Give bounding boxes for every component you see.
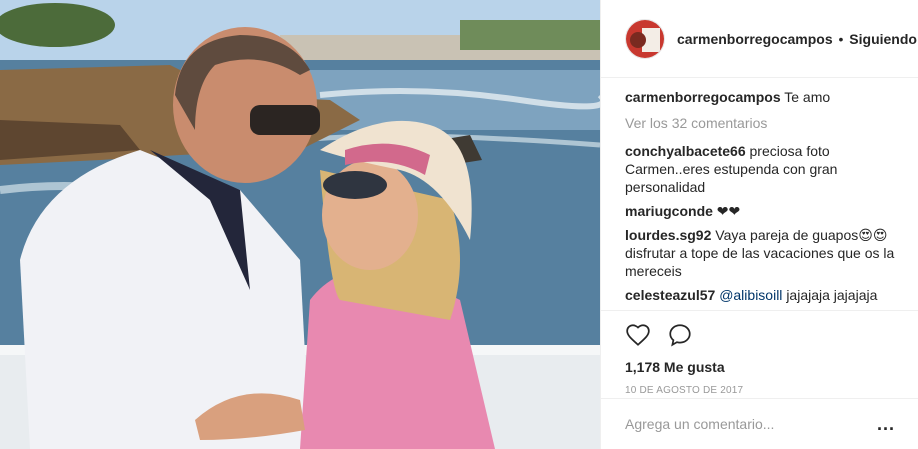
heart-icon[interactable] [625, 322, 651, 348]
comment-mention-link[interactable]: @alibisoill [719, 287, 782, 303]
comment-input[interactable] [625, 416, 877, 432]
header-separator: • [838, 30, 844, 47]
post-photo[interactable] [0, 0, 600, 449]
more-options-button[interactable]: ... [877, 414, 895, 435]
caption-text: Te amo [784, 89, 831, 105]
view-all-comments-link[interactable]: Ver los 32 comentarios [625, 114, 915, 132]
header-username[interactable]: carmenborregocampos [677, 31, 833, 47]
caption-username[interactable]: carmenborregocampos [625, 89, 781, 105]
avatar-image-icon [626, 19, 664, 58]
action-icons [625, 319, 895, 351]
photo-couple-seaside [0, 0, 600, 449]
comment-text: ❤❤ [716, 203, 741, 219]
post-actions: 1,178 Me gusta 10 de agosto de 2017 [601, 310, 918, 396]
post-date: 10 de agosto de 2017 [625, 385, 744, 396]
follow-button[interactable]: Siguiendo [849, 31, 917, 47]
comment-username[interactable]: celesteazul57 [625, 287, 715, 303]
avatar[interactable] [625, 18, 665, 59]
post-header: carmenborregocampos • Siguiendo [601, 0, 918, 78]
likes-count[interactable]: 1,178 Me gusta [625, 359, 895, 375]
comment-username[interactable]: lourdes.sg92 [625, 227, 711, 243]
comment-text: jajajaja jajajaja [786, 287, 878, 303]
comment-item: celesteazul57 @alibisoill jajajaja jajaj… [625, 286, 915, 304]
comment-username[interactable]: mariugconde [625, 203, 713, 219]
comment-item: lourdes.sg92 Vaya pareja de guapos😍😍 dis… [625, 226, 915, 280]
comment-bubble-icon[interactable] [667, 322, 693, 348]
comment-item: mariugconde ❤❤ [625, 202, 915, 220]
header-text: carmenborregocampos • Siguiendo [677, 31, 917, 47]
post-sidebar: carmenborregocampos • Siguiendo carmenbo… [600, 0, 918, 449]
comment-item: conchyalbacete66 preciosa foto Carmen..e… [625, 142, 915, 196]
add-comment-bar: ... [601, 398, 918, 449]
comments-list: carmenborregocampos Te amo Ver los 32 co… [625, 88, 915, 310]
caption: carmenborregocampos Te amo [625, 88, 915, 106]
comment-username[interactable]: conchyalbacete66 [625, 143, 746, 159]
